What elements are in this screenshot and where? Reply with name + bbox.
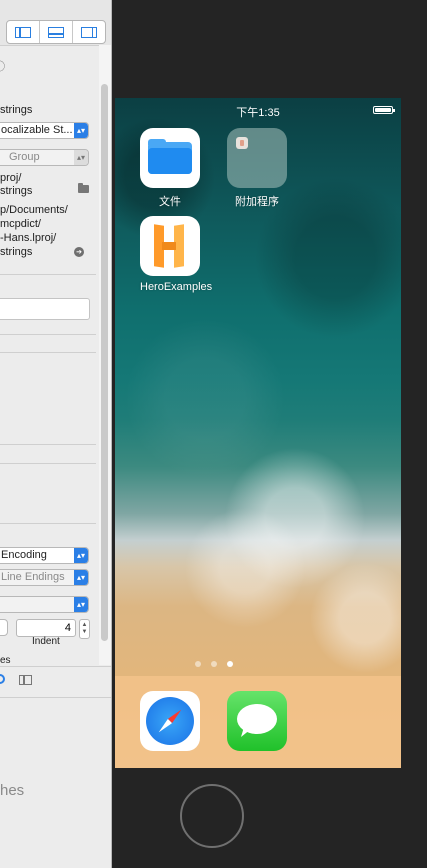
full-path-line-1: p/Documents/ xyxy=(0,204,68,216)
line-endings-value: Line Endings xyxy=(1,571,65,583)
file-type-value: ocalizable St... xyxy=(1,124,73,136)
inspector-toolbar xyxy=(0,0,111,46)
location-value: Group xyxy=(9,151,40,163)
file-name-value: strings xyxy=(0,104,33,116)
reveal-arrow-icon[interactable]: ➔ xyxy=(74,247,84,257)
mini-app-icon xyxy=(236,137,248,149)
chevron-updown-icon: ▴▾ xyxy=(74,570,88,585)
wrap-lines-label: es xyxy=(0,655,11,666)
text-encoding-select[interactable]: Encoding ▴▾ xyxy=(0,547,89,564)
hero-app-icon xyxy=(140,216,200,276)
media-library-icon[interactable] xyxy=(19,675,32,685)
text-encoding-value: Encoding xyxy=(1,549,47,561)
folder-icon[interactable] xyxy=(78,183,89,193)
dock-app-safari[interactable] xyxy=(140,691,200,751)
page-dot xyxy=(211,661,217,667)
file-type-select[interactable]: ocalizable St... ▴▾ xyxy=(0,122,89,139)
app-label: 文件 xyxy=(159,196,181,208)
toggle-navigator-button[interactable] xyxy=(7,21,40,43)
chevron-updown-icon: ▴▾ xyxy=(74,150,88,165)
divider xyxy=(0,334,96,335)
dock-app-messages[interactable] xyxy=(227,691,287,751)
chevron-updown-icon: ▴▾ xyxy=(74,548,88,563)
location-select[interactable]: Group ▴▾ xyxy=(0,149,89,166)
status-bar: 下午1:35 xyxy=(115,102,401,119)
full-path-line-2: mcpdict/ xyxy=(0,218,41,230)
page-indicator[interactable] xyxy=(195,661,233,667)
relative-path-line-1: proj/ xyxy=(0,172,22,184)
info-icon[interactable]: ⓘ xyxy=(0,58,5,74)
left-panel-icon xyxy=(15,26,31,38)
line-endings-select[interactable]: Line Endings ▴▾ xyxy=(0,569,89,586)
home-button[interactable] xyxy=(180,784,244,848)
chevron-updown-icon: ▴▾ xyxy=(74,123,88,138)
indent-label: Indent xyxy=(32,636,60,647)
layout-segmented-control xyxy=(6,20,106,44)
tab-width-field[interactable] xyxy=(0,619,8,636)
full-path-line-4: strings xyxy=(0,246,33,258)
app-folder-extras[interactable]: 附加程序 xyxy=(227,128,287,209)
toggle-debug-area-button[interactable] xyxy=(40,21,73,43)
files-app-icon xyxy=(140,128,200,188)
app-label: HeroExamples xyxy=(140,281,213,293)
full-path-line-3: -Hans.lproj/ xyxy=(0,232,57,244)
indent-stepper[interactable]: ▲ ▼ xyxy=(79,619,90,639)
divider xyxy=(0,274,96,275)
on-demand-tags-field[interactable] xyxy=(0,298,90,320)
battery-icon xyxy=(373,106,395,114)
app-files[interactable]: 文件 xyxy=(140,128,200,209)
inspector-scrollbar[interactable] xyxy=(101,84,108,641)
relative-path-line-2: strings xyxy=(0,185,33,197)
no-matches-text: hes xyxy=(0,782,25,799)
toggle-utilities-button[interactable] xyxy=(73,21,105,43)
divider xyxy=(0,444,96,445)
indent-width-field[interactable]: 4 xyxy=(16,619,76,637)
status-time: 下午1:35 xyxy=(236,107,280,119)
divider xyxy=(0,523,96,524)
chevron-updown-icon: ▴▾ xyxy=(74,597,88,612)
messages-icon xyxy=(227,691,287,751)
page-dot-active xyxy=(227,661,233,667)
safari-icon xyxy=(140,691,200,751)
divider xyxy=(0,463,96,464)
right-panel-icon xyxy=(81,26,97,38)
divider xyxy=(0,352,96,353)
app-label: 附加程序 xyxy=(235,196,279,208)
inspector-library-bar xyxy=(0,666,111,698)
folder-icon xyxy=(227,128,287,188)
bottom-panel-icon xyxy=(48,26,64,38)
page-dot xyxy=(195,661,201,667)
indent-using-select[interactable]: ▴▾ xyxy=(0,596,89,613)
file-inspector-panel: ⓘ strings ocalizable St... ▴▾ Group ▴▾ p… xyxy=(0,0,112,868)
app-heroexamples[interactable]: HeroExamples xyxy=(140,216,213,293)
